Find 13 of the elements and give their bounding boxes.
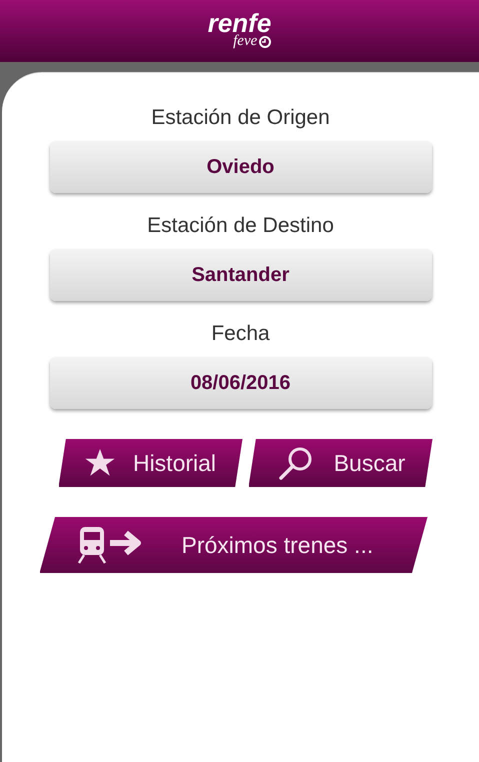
search-button[interactable]: Buscar: [248, 439, 432, 487]
logo-text: renfe: [208, 10, 272, 36]
logo-icon: [259, 36, 272, 48]
star-icon: [84, 449, 115, 477]
selector-field[interactable]: Santander: [50, 249, 432, 301]
selector-field[interactable]: Oviedo: [50, 141, 432, 193]
field-label: Fecha: [211, 321, 270, 347]
selector-field[interactable]: 08/06/2016: [50, 357, 432, 409]
history-button[interactable]: Historial: [58, 439, 242, 487]
next-trains-button[interactable]: Próximos trenes ...: [40, 517, 428, 573]
logo-subtext: feve: [233, 34, 258, 49]
field-label: Estación de Origen: [151, 105, 330, 131]
field-label: Estación de Destino: [147, 213, 334, 239]
